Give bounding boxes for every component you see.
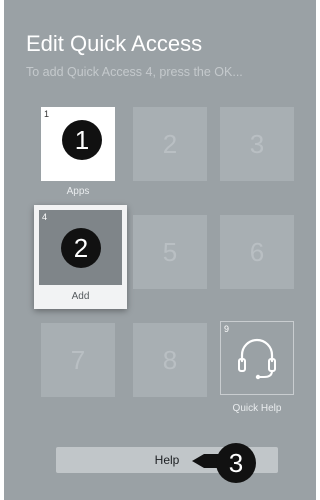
tile-number: 3 [249,128,265,159]
callout-2: 2 [61,228,101,268]
page-title: Edit Quick Access [26,31,203,56]
quick-access-tile-6[interactable]: 6 [220,215,294,289]
quick-access-tile-9[interactable]: 9 [220,321,294,395]
edit-quick-access-panel: Edit Quick Access To add Quick Access 4,… [4,0,316,500]
tile-number: 6 [249,236,265,267]
tile-label-add: Add [71,291,90,302]
callout-3: 3 [216,443,256,483]
tile-slot-number: 4 [42,212,48,222]
tile-number: 7 [70,344,86,375]
tile-number: 8 [162,344,178,375]
instruction-text: To add Quick Access 4, press the OK... [26,65,243,79]
quick-access-tile-7[interactable]: 7 [41,323,115,397]
tile-slot-number: 1 [44,109,50,119]
tile-label-apps: Apps [66,186,90,197]
callout-1: 1 [62,120,102,160]
quick-access-tile-2[interactable]: 2 [133,107,207,181]
tile-number: 5 [162,236,178,267]
headset-icon [237,338,276,379]
tile-label-quick-help: Quick Help [232,403,282,414]
quick-access-tile-8[interactable]: 8 [133,323,207,397]
tile-number: 2 [162,128,178,159]
quick-access-tile-3[interactable]: 3 [220,107,294,181]
quick-access-tile-5[interactable]: 5 [133,215,207,289]
